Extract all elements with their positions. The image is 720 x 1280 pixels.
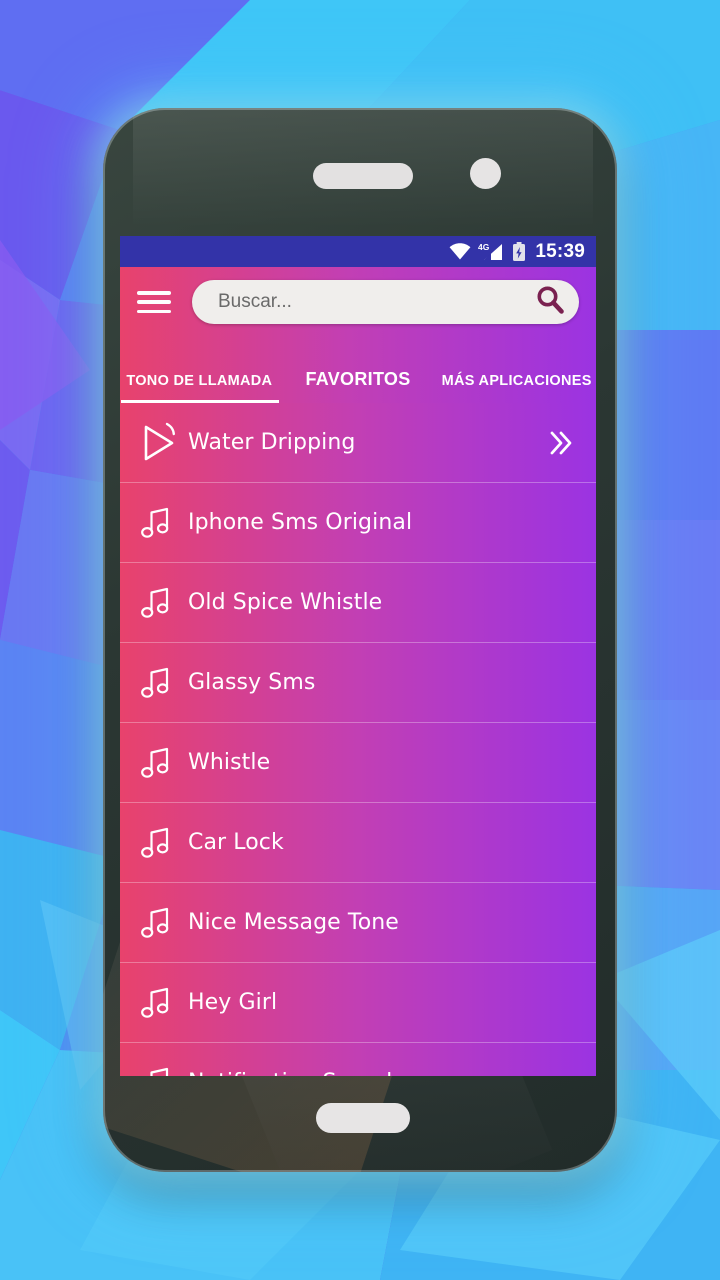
- list-item-label: Car Lock: [188, 830, 284, 855]
- music-note-glyph: [141, 907, 169, 938]
- list-item-label: Nice Message Tone: [188, 910, 399, 935]
- search-bar[interactable]: [192, 280, 579, 324]
- front-camera-icon: [470, 158, 501, 189]
- music-note-glyph: [150, 1067, 169, 1076]
- list-item[interactable]: Iphone Sms Original: [120, 483, 596, 563]
- tab-label: TONO DE LLAMADA: [126, 373, 273, 390]
- tab-bar: TONO DE LLAMADA FAVORITOS MÁS APLICACION…: [120, 337, 596, 403]
- list-item[interactable]: Nice Message Tone: [120, 883, 596, 963]
- list-item[interactable]: Whistle: [120, 723, 596, 803]
- wifi-icon: [449, 243, 471, 260]
- status-bar: 4G 15:39: [120, 236, 596, 267]
- app-bar: [120, 267, 596, 337]
- list-item[interactable]: Glassy Sms: [120, 643, 596, 723]
- double-chevron-right-icon[interactable]: [544, 428, 574, 458]
- music-note-glyph: [141, 987, 169, 1018]
- status-bar-time: 15:39: [535, 241, 585, 262]
- list-item[interactable]: Hey Girl: [120, 963, 596, 1043]
- music-note-icon: [140, 985, 188, 1021]
- search-input[interactable]: [218, 291, 533, 313]
- music-note-glyph: [141, 747, 169, 778]
- ringtone-list: Water Dripping Iphone Sms Original Old Spi…: [120, 403, 596, 1076]
- list-item-label: Iphone Sms Original: [188, 510, 413, 535]
- battery-charging-icon: [512, 241, 526, 262]
- music-note-glyph: [141, 587, 169, 618]
- music-note-glyph: [141, 827, 169, 858]
- list-item[interactable]: Old Spice Whistle: [120, 563, 596, 643]
- list-item-label: Whistle: [188, 750, 271, 775]
- music-note-icon: [140, 745, 188, 781]
- music-note-icon: [140, 1065, 188, 1076]
- signal-4g-icon: 4G: [478, 242, 505, 261]
- tab-label: FAVORITOS: [305, 369, 411, 390]
- play-icon[interactable]: [140, 421, 188, 465]
- search-icon[interactable]: [533, 283, 567, 322]
- list-item-label: Notification Sound: [188, 1070, 544, 1076]
- list-item[interactable]: Water Dripping: [120, 403, 596, 483]
- home-button[interactable]: [316, 1103, 410, 1133]
- music-note-icon: [140, 665, 188, 701]
- music-note-glyph: [141, 667, 169, 698]
- app-screen: 4G 15:39 Buscar... TONO DE LLAMADA FAVOR…: [120, 236, 596, 1076]
- tab-favoritos[interactable]: FAVORITOS: [279, 369, 438, 403]
- hamburger-menu-icon[interactable]: [137, 291, 171, 313]
- music-note-icon: [140, 825, 188, 861]
- list-item[interactable]: Notification Sound: [120, 1043, 596, 1076]
- list-item-label: Water Dripping: [188, 430, 356, 455]
- tab-mas-aplicaciones[interactable]: MÁS APLICACIONES: [437, 373, 596, 403]
- list-item-label: Hey Girl: [188, 990, 278, 1015]
- music-note-icon: [140, 585, 188, 621]
- music-note-icon: [140, 505, 188, 541]
- play-glyph: [144, 422, 175, 460]
- earpiece-speaker: [313, 163, 413, 189]
- music-note-glyph: [141, 507, 169, 538]
- screenshot-stage: 4G 15:39 Buscar... TONO DE LLAMADA FAVOR…: [0, 0, 720, 1280]
- list-item-label: Glassy Sms: [188, 670, 316, 695]
- svg-text:4G: 4G: [478, 242, 490, 252]
- music-note-icon: [140, 905, 188, 941]
- double-chevron-right-glyph: [550, 431, 572, 454]
- list-item[interactable]: Car Lock: [120, 803, 596, 883]
- tab-label: MÁS APLICACIONES: [441, 373, 592, 390]
- list-item-label: Old Spice Whistle: [188, 590, 383, 615]
- tab-tono-de-llamada[interactable]: TONO DE LLAMADA: [120, 373, 279, 403]
